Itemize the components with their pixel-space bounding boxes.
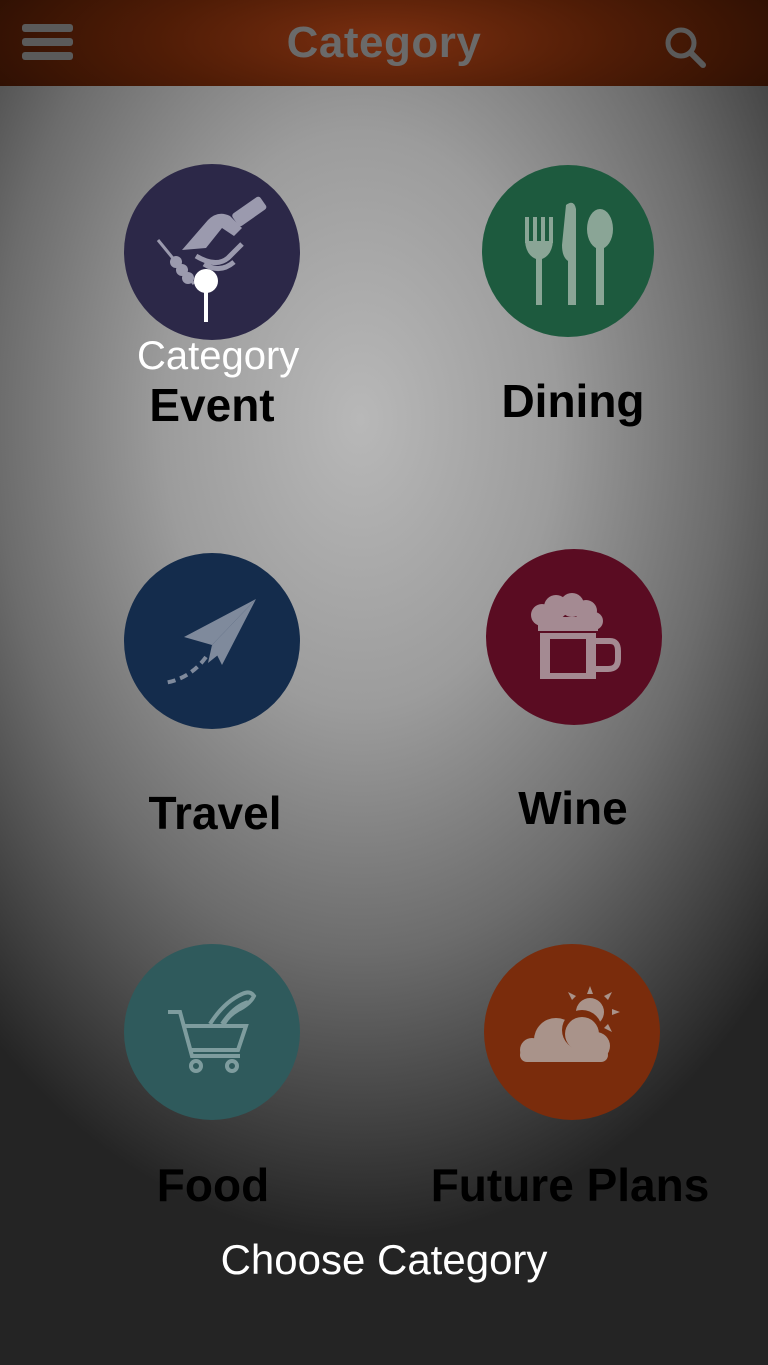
paper-plane-icon — [163, 599, 256, 685]
search-icon[interactable] — [662, 24, 708, 70]
tutorial-tooltip: Category — [137, 334, 300, 378]
category-dining-button[interactable] — [482, 165, 654, 337]
category-event-label: Event — [149, 379, 275, 431]
category-food-label: Food — [156, 1159, 270, 1211]
page-background: Category Event Dining Travel Wine Food F… — [0, 0, 768, 1365]
category-travel-label: Travel — [148, 787, 282, 839]
category-food-button[interactable] — [124, 944, 300, 1120]
fork-knife-spoon-icon — [525, 202, 613, 305]
tutorial-hint: Choose Category — [220, 1236, 548, 1283]
category-wine-label: Wine — [518, 782, 628, 834]
category-dining-label: Dining — [501, 375, 645, 427]
category-wine-button[interactable] — [486, 549, 662, 725]
category-future-plans-button[interactable] — [484, 944, 660, 1120]
pointer-pin-icon — [192, 268, 220, 324]
category-future-plans-label: Future Plans — [430, 1159, 710, 1211]
category-travel-button[interactable] — [124, 553, 300, 729]
page-title: Category — [286, 18, 482, 67]
top-app-bar: Category — [0, 0, 768, 86]
shopping-cart-icon — [168, 990, 257, 1073]
beer-mug-icon — [531, 593, 621, 679]
sun-cloud-icon — [520, 986, 620, 1062]
